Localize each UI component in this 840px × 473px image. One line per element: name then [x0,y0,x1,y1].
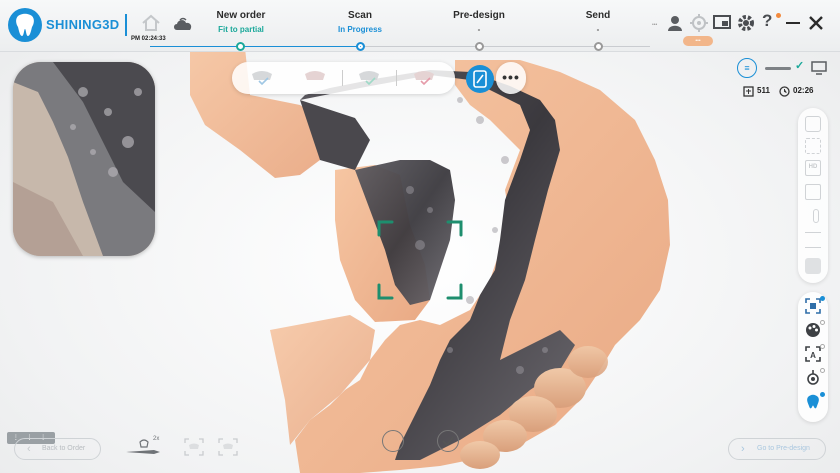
device-mode-icon[interactable]: ≡ [737,58,757,78]
auto-trim-icon[interactable]: A [805,346,821,362]
edit-scan-icon [473,70,487,88]
timer-icon [779,86,790,97]
chevron-right-icon: › [741,443,745,455]
stage-dot-scan [356,42,365,51]
zoom-label: 2x [153,436,160,442]
device-status: ≡ ✓ [737,58,832,80]
screen-share-icon[interactable] [713,15,731,31]
stage-dot-pre-design [475,42,484,51]
scan-count-icon [743,86,754,97]
lower-jaw-icon[interactable] [218,438,238,456]
confirm-scan-button[interactable] [437,430,459,452]
camera-preview[interactable] [13,62,155,256]
bite-scan-icon[interactable] [356,70,382,86]
user-icon[interactable] [667,15,683,31]
scanner-app: SHINING3D PM 02:24:33 New order Fit to p… [0,0,840,473]
monitor-icon [811,61,827,75]
indicator-dot [820,368,825,373]
region-select-icon[interactable] [805,298,821,314]
scanner-wand-icon [765,67,791,70]
connection-check-icon: ✓ [795,60,805,72]
target-icon[interactable] [690,14,708,32]
svg-text:A: A [810,351,816,360]
hd-icon[interactable]: HD [805,160,821,176]
go-to-pre-design-button[interactable]: › Go to Pre-design [728,438,826,460]
back-to-order-button[interactable]: ‹ Back to Order [14,438,101,460]
stage-dot-new-order [236,42,245,51]
go-to-pre-design-label: Go to Pre-design [757,445,810,452]
progress-line-pending [360,46,650,47]
brand-divider [125,14,127,36]
minimize-icon[interactable] [786,22,800,24]
alignment-icon[interactable] [805,370,821,386]
brush-icon[interactable] [805,208,821,224]
settings-icon[interactable] [737,14,755,32]
pause-scan-button[interactable] [382,430,404,452]
more-options-button[interactable]: ••• [496,62,526,94]
indicator-dot [820,344,825,349]
color-palette-icon[interactable] [805,322,821,338]
help-notification-dot [776,13,781,18]
stage-send[interactable]: Send - [538,10,658,34]
chevron-left-icon: ‹ [27,443,31,455]
mirror-icon[interactable] [805,184,821,200]
grid-view-icon[interactable] [805,138,821,154]
user-label: ••• [652,22,658,28]
lower-jaw-scan-icon[interactable] [302,70,328,86]
stage-scan[interactable]: Scan In Progress [300,10,420,34]
camera-image [13,62,155,256]
scan-counter: 511 [757,86,770,95]
scan-tools-panel: A [798,292,828,422]
progress-line-done [150,46,360,47]
status-badge: ••• [683,36,713,46]
toolbar-divider [396,70,397,86]
tooth-ai-icon[interactable] [805,394,821,410]
upper-jaw-icon[interactable] [184,438,204,456]
indicator-dot [820,320,825,325]
tooth-logo-icon [8,8,42,42]
active-indicator-dot [820,392,825,397]
scan-mode-toolbar [232,62,455,94]
back-to-order-label: Back to Order [42,445,86,452]
top-bar: SHINING3D PM 02:24:33 New order Fit to p… [0,0,840,52]
stage-dot-send [594,42,603,51]
scan-capture-button[interactable] [466,65,494,93]
brand-name: SHINING3D [46,17,120,32]
view-tools-panel: HD [798,108,828,283]
active-indicator-dot [820,296,825,301]
upper-jaw-scan-icon[interactable] [249,70,275,86]
cut-plane-icon[interactable] [805,232,821,248]
workflow-stages: New order Fit to partial Scan In Progres… [150,0,650,52]
check-icon [442,436,454,447]
help-icon[interactable]: ? [762,11,772,31]
stage-new-order[interactable]: New order Fit to partial [181,10,301,34]
stage-pre-design[interactable]: Pre-design - [419,10,539,34]
model-lock-icon[interactable] [805,258,821,274]
scan-timer: 02:26 [793,86,814,95]
close-icon[interactable] [809,16,823,30]
tooth-view-icon[interactable] [805,116,821,132]
check-scan-icon[interactable] [411,70,437,86]
toolbar-divider [342,70,343,86]
